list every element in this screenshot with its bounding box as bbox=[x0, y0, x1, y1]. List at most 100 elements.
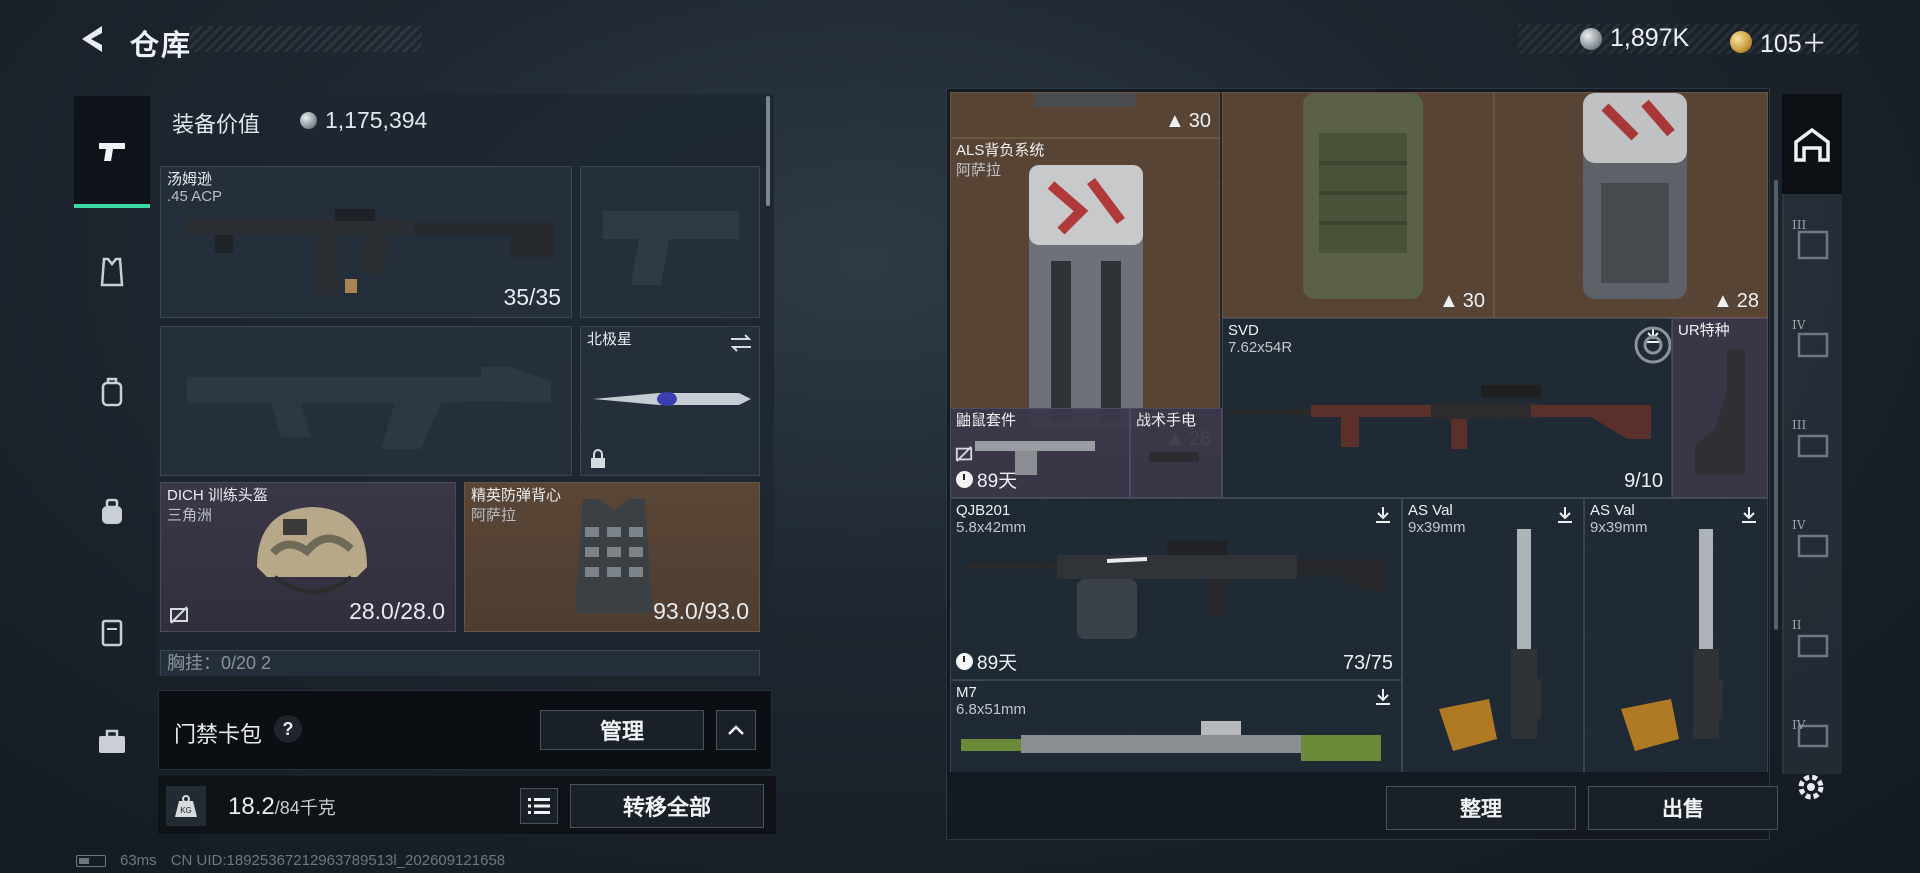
transfer-all-button[interactable]: 转移全部 bbox=[570, 784, 764, 828]
m7-rifle-image bbox=[961, 721, 1381, 761]
sell-button[interactable]: 出售 bbox=[1588, 786, 1778, 830]
storage-item-asval[interactable]: AS Val 9x39mm bbox=[1584, 498, 1768, 772]
rail-item-vest[interactable] bbox=[74, 234, 150, 310]
helmet-slot[interactable]: DICH 训练头盔 三角洲 28.0/28.0 bbox=[160, 482, 456, 632]
settings-gear-icon[interactable] bbox=[1794, 770, 1828, 804]
tab-container[interactable]: IV bbox=[1782, 294, 1842, 394]
primary-weapon-slot[interactable]: 汤姆逊 .45 ACP 35/35 bbox=[160, 166, 572, 318]
tab-container[interactable]: IV bbox=[1782, 694, 1842, 774]
tommy-gun-image bbox=[183, 209, 555, 295]
item-name: AS Val bbox=[1408, 502, 1453, 519]
weight-icon: ▲ bbox=[1164, 110, 1185, 132]
swap-icon[interactable] bbox=[729, 333, 753, 353]
collapse-button[interactable] bbox=[716, 710, 756, 750]
rail-item-case[interactable] bbox=[74, 594, 150, 670]
item-name: QJB201 bbox=[956, 502, 1011, 519]
als-backpack-image bbox=[1029, 165, 1143, 429]
vest-icon bbox=[100, 257, 124, 287]
item-count: ▲ 30 bbox=[1164, 110, 1211, 132]
equipment-value-number: 1,175,394 bbox=[325, 107, 428, 133]
chest-rig-slot[interactable]: 胸挂：0/20 2 bbox=[160, 650, 760, 676]
silver-currency[interactable]: 1,897K bbox=[1580, 24, 1689, 53]
tab-container[interactable]: III bbox=[1782, 194, 1842, 294]
chevron-up-icon bbox=[728, 725, 744, 735]
gold-currency[interactable]: 105＋ bbox=[1730, 24, 1827, 60]
rail-item-backpack[interactable] bbox=[74, 354, 150, 430]
secondary-weapon-slot-empty[interactable] bbox=[160, 326, 572, 476]
storage-item-m7[interactable]: M7 6.8x51mm bbox=[950, 680, 1402, 772]
case-icon bbox=[101, 619, 123, 647]
gold-coin-icon bbox=[1730, 31, 1752, 53]
item-count: ▲28 bbox=[1712, 290, 1759, 312]
gold-currency-value: 105＋ bbox=[1760, 30, 1827, 58]
storage-item-qjb201[interactable]: QJB201 5.8x42mm 89天 73/75 bbox=[950, 498, 1402, 680]
storage-item-ur[interactable]: UR特种 bbox=[1672, 318, 1768, 498]
item-name: 鼬鼠套件 bbox=[956, 412, 1017, 429]
carry-weight-value: 18.2 bbox=[228, 793, 275, 820]
download-icon[interactable] bbox=[1373, 505, 1393, 525]
armor-source: 阿萨拉 bbox=[471, 507, 517, 524]
silver-coin-icon bbox=[300, 112, 317, 129]
title-decoration bbox=[190, 26, 422, 52]
pistol-icon bbox=[99, 143, 125, 161]
storage-item[interactable]: ▲ 30 bbox=[950, 92, 1220, 138]
storage-item-green-pack[interactable]: ▲ 30 bbox=[1222, 92, 1494, 318]
storage-item-gray-pack[interactable]: ▲ 28 bbox=[1494, 92, 1768, 318]
item-count: 9/10 bbox=[1624, 470, 1663, 492]
download-icon[interactable] bbox=[1555, 505, 1575, 525]
equipment-value-label: 装备价值 bbox=[172, 112, 261, 137]
item-name: 战术手电 bbox=[1136, 412, 1197, 429]
sort-button[interactable]: 整理 bbox=[1386, 786, 1576, 830]
gray-backpack-image bbox=[1583, 93, 1687, 299]
armor-vest-image bbox=[575, 499, 653, 613]
rail-item-pistol[interactable] bbox=[74, 96, 150, 208]
armor-slot[interactable]: 精英防弹背心 阿萨拉 93.0/93.0 bbox=[464, 482, 760, 632]
asval-rifle-image bbox=[1621, 529, 1723, 751]
list-icon bbox=[528, 798, 550, 814]
storage-item-asval[interactable]: AS Val 9x39mm bbox=[1402, 498, 1584, 772]
download-icon[interactable] bbox=[1373, 687, 1393, 707]
help-icon[interactable]: ? bbox=[274, 715, 302, 743]
manage-button[interactable]: 管理 bbox=[540, 710, 704, 750]
download-icon[interactable] bbox=[1739, 505, 1759, 525]
tab-tier: IV bbox=[1792, 518, 1806, 532]
clock-icon bbox=[956, 653, 973, 670]
storage-scrollbar[interactable] bbox=[1774, 180, 1778, 630]
item-expiry: 89天 bbox=[956, 466, 1017, 493]
melee-slot[interactable]: 北极星 bbox=[580, 326, 760, 476]
tab-container[interactable]: IV bbox=[1782, 494, 1842, 594]
ping-value: 63ms bbox=[120, 852, 157, 869]
pistol-silhouette-icon bbox=[603, 211, 739, 285]
storage-item-flashlight[interactable]: 战术手电 bbox=[1130, 408, 1222, 498]
equipment-scrollbar[interactable] bbox=[766, 96, 770, 206]
rail-item-toolbox[interactable] bbox=[74, 704, 150, 780]
container-tabs: III IV III IV II IV bbox=[1782, 88, 1844, 840]
helmet-source: 三角洲 bbox=[167, 507, 213, 524]
chest-rig-label: 胸挂：0/20 2 bbox=[167, 653, 272, 673]
qjb201-image bbox=[967, 541, 1387, 639]
back-arrow-icon[interactable] bbox=[76, 22, 110, 56]
storage-item-gopher[interactable]: 鼬鼠套件 89天 bbox=[950, 408, 1130, 498]
list-view-button[interactable] bbox=[520, 788, 558, 824]
no-trade-icon bbox=[955, 446, 973, 462]
green-backpack-image bbox=[1303, 93, 1423, 299]
backpack-image bbox=[1035, 93, 1135, 107]
tab-warehouse[interactable] bbox=[1782, 94, 1842, 194]
item-count: ▲ 30 bbox=[1438, 290, 1485, 312]
tab-tier: III bbox=[1792, 418, 1807, 432]
tab-container[interactable]: III bbox=[1782, 394, 1842, 494]
no-trade-icon bbox=[170, 606, 188, 624]
toolbox-icon bbox=[99, 729, 125, 753]
weight-icon: ▲ bbox=[1438, 290, 1459, 312]
pistol-slot-empty[interactable] bbox=[580, 166, 760, 318]
battery-icon bbox=[76, 854, 106, 867]
item-name: UR特种 bbox=[1678, 322, 1730, 339]
warehouse-icon bbox=[1794, 127, 1830, 162]
tab-tier: IV bbox=[1792, 718, 1806, 732]
storage-item-svd[interactable]: SVD 7.62x54R 9/10 bbox=[1222, 318, 1672, 498]
weight-icon: KG bbox=[166, 786, 206, 826]
rail-item-pouch[interactable] bbox=[74, 474, 150, 550]
rifle-silhouette-icon bbox=[187, 367, 551, 449]
equipment-value: 1,175,394 bbox=[300, 107, 427, 134]
tab-container[interactable]: II bbox=[1782, 594, 1842, 694]
